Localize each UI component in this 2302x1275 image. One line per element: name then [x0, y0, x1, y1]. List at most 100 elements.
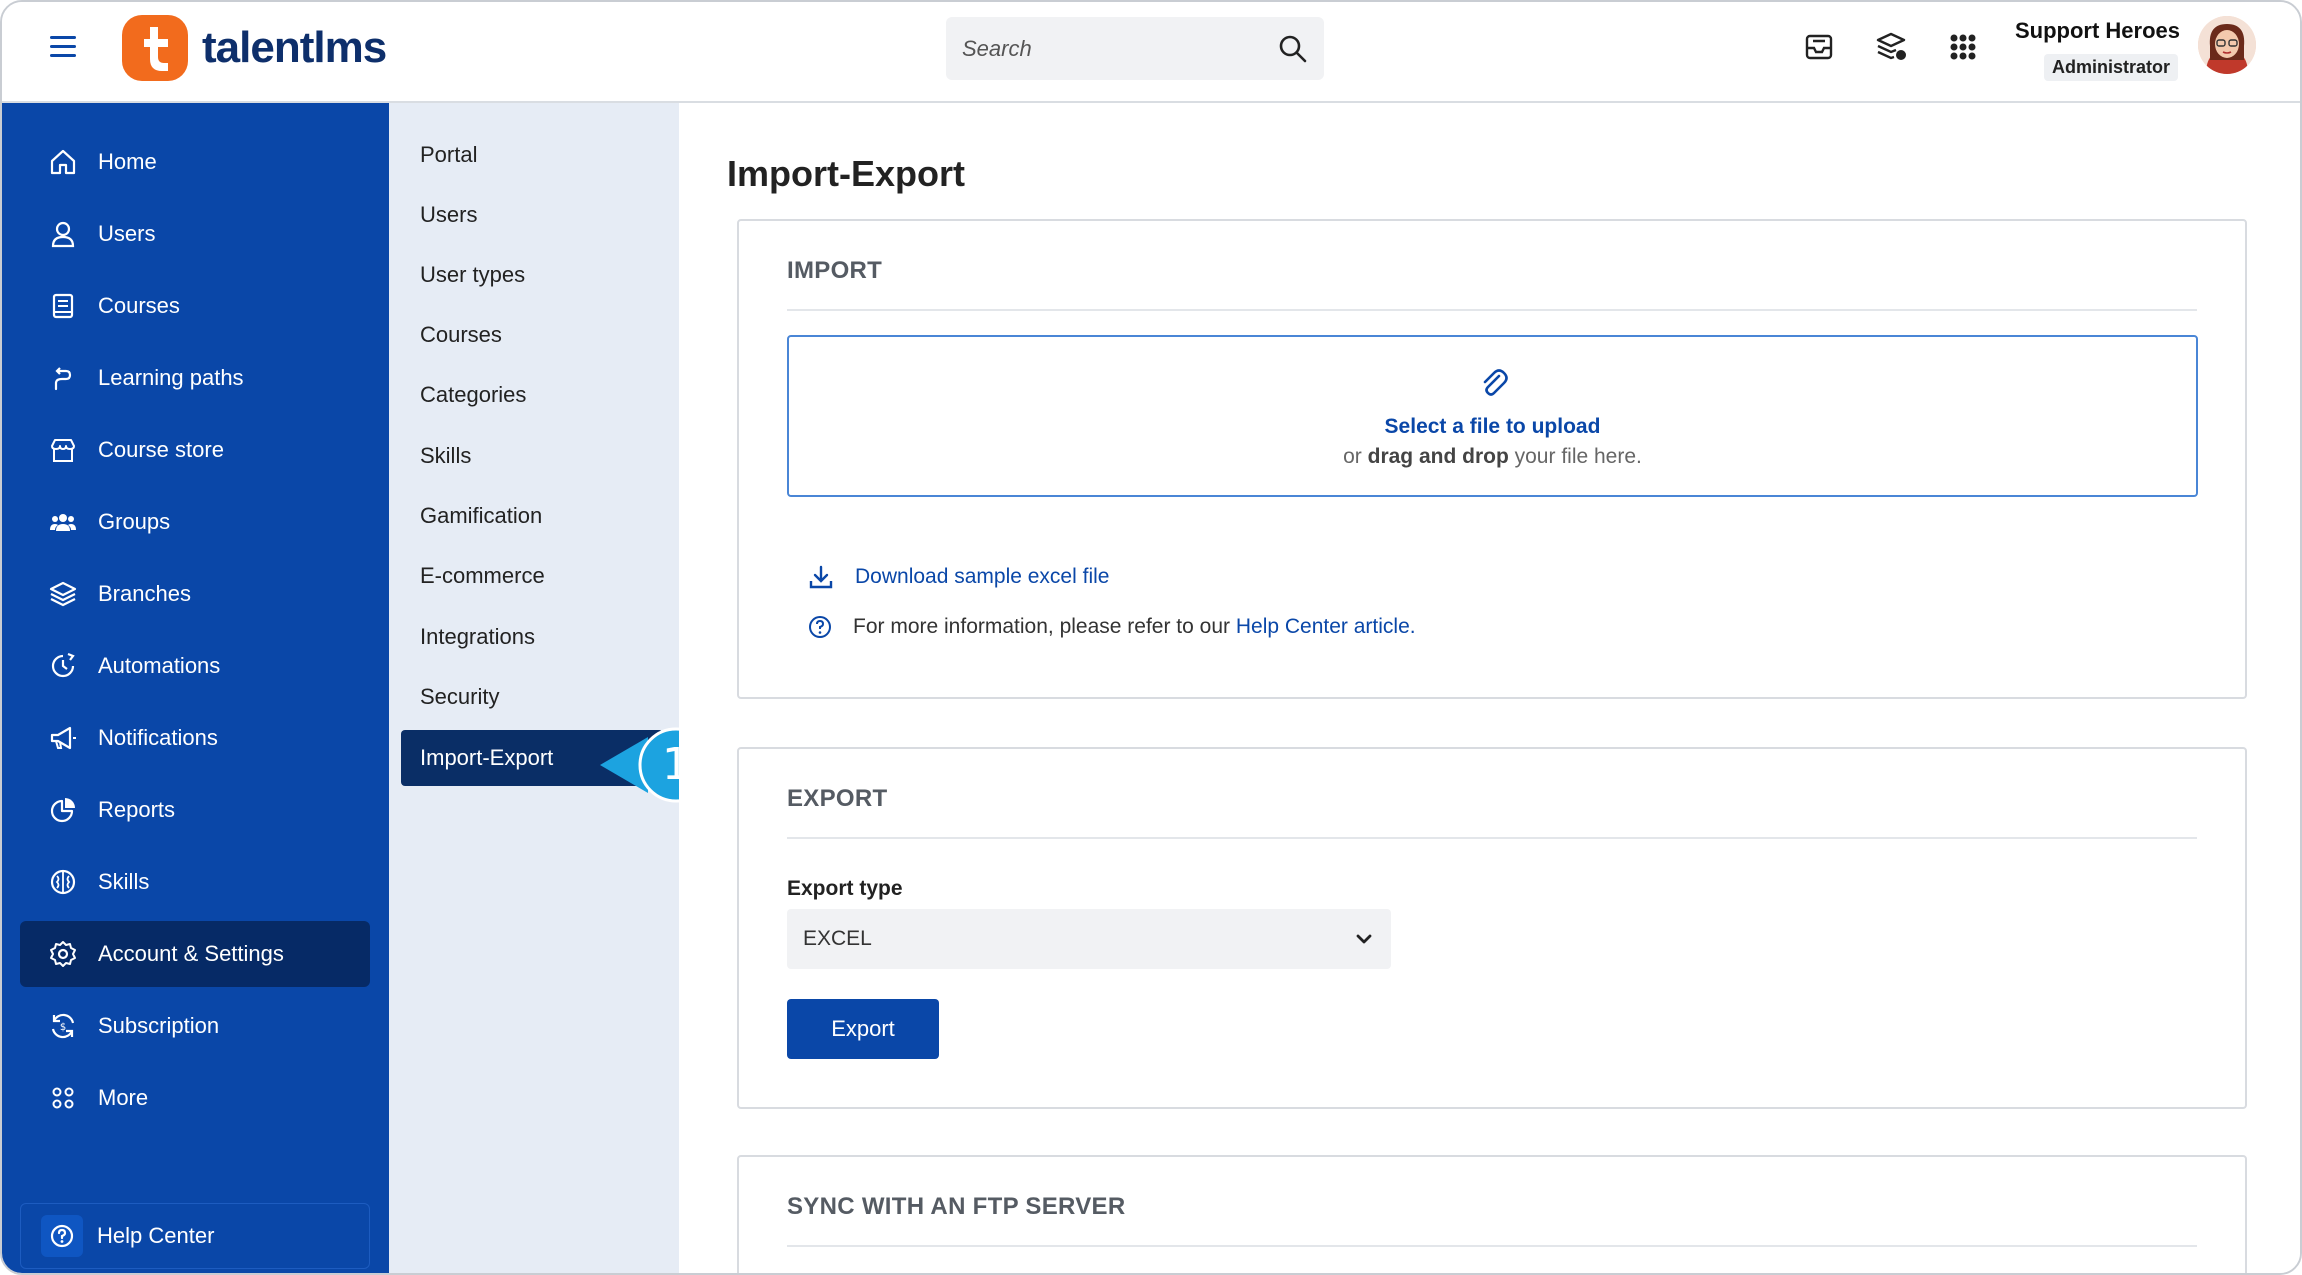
- help-icon: [41, 1215, 83, 1257]
- dots-grid-icon: [52, 1087, 74, 1109]
- user-name[interactable]: Support Heroes: [2015, 18, 2180, 44]
- sidebar-item-label: Reports: [98, 797, 176, 822]
- sidebar-item-users[interactable]: Users: [20, 201, 370, 267]
- help-center-article-link[interactable]: Help Center article: [1236, 615, 1410, 639]
- gear-icon: [50, 941, 76, 967]
- sidebar-item-label: More: [98, 1085, 149, 1110]
- subnav-item-user-types[interactable]: User types: [401, 247, 663, 303]
- sidebar-item-automations[interactable]: Automations: [20, 633, 370, 699]
- upload-hint: or drag and drop your file here.: [1343, 445, 1642, 468]
- subnav-item-skills[interactable]: Skills: [401, 428, 663, 484]
- sidebar-item-label: Home: [98, 149, 157, 174]
- sidebar-item-groups[interactable]: Groups: [20, 489, 370, 555]
- avatar[interactable]: [2198, 16, 2256, 74]
- subnav-item-courses[interactable]: Courses: [401, 307, 663, 363]
- help-circle-icon: [809, 616, 831, 638]
- import-card: IMPORT Select a file to upload or drag a…: [737, 219, 2247, 699]
- sidebar-item-reports[interactable]: Reports: [20, 777, 370, 843]
- sidebar-item-account-settings[interactable]: Account & Settings: [20, 921, 370, 987]
- user-icon: [51, 221, 75, 248]
- sidebar-item-subscription[interactable]: $ Subscription: [20, 993, 370, 1059]
- help-center-button[interactable]: Help Center: [20, 1203, 370, 1269]
- sidebar-item-label: Groups: [98, 509, 171, 534]
- file-dropzone[interactable]: Select a file to upload or drag and drop…: [787, 335, 2198, 497]
- app-window: talentlms Support Heroes Administrator: [0, 0, 2302, 1275]
- sidebar-item-label: Learning paths: [98, 365, 244, 390]
- search-icon[interactable]: [1278, 34, 1308, 64]
- svg-text:$: $: [60, 1022, 66, 1033]
- apps-grid-icon[interactable]: [1946, 30, 1980, 64]
- export-heading: EXPORT: [787, 785, 888, 812]
- sidebar-item-label: Account & Settings: [98, 941, 284, 966]
- subnav-item-integrations[interactable]: Integrations: [401, 609, 663, 665]
- search-box: [946, 17, 1324, 80]
- sidebar-item-more[interactable]: More: [20, 1065, 370, 1131]
- sidebar-item-course-store[interactable]: Course store: [20, 417, 370, 483]
- ftp-sync-card: SYNC WITH AN FTP SERVER: [737, 1155, 2247, 1273]
- automation-icon: [51, 652, 75, 678]
- settings-subnav: Portal Users User types Courses Categori…: [389, 103, 679, 1273]
- export-card: EXPORT Export type EXCEL Export: [737, 747, 2247, 1109]
- path-icon: [54, 367, 72, 391]
- export-type-value: EXCEL: [803, 927, 872, 950]
- catalog-icon[interactable]: [1874, 30, 1908, 64]
- info-row: For more information, please refer to ou…: [807, 614, 1416, 640]
- groups-icon: [50, 514, 76, 531]
- menu-toggle-icon[interactable]: [50, 36, 76, 60]
- ftp-heading: SYNC WITH AN FTP SERVER: [787, 1193, 1126, 1220]
- export-button[interactable]: Export: [787, 999, 939, 1059]
- logo[interactable]: talentlms: [122, 14, 387, 82]
- user-role-badge[interactable]: Administrator: [2043, 54, 2178, 81]
- megaphone-icon: [50, 726, 76, 750]
- upload-title[interactable]: Select a file to upload: [789, 415, 2196, 439]
- main-content: Import-Export IMPORT Select a file to up…: [679, 103, 2300, 1273]
- subnav-item-portal[interactable]: Portal: [401, 127, 663, 183]
- subnav-item-categories[interactable]: Categories: [401, 367, 663, 423]
- inbox-icon[interactable]: [1802, 30, 1836, 64]
- logo-mark-icon: [122, 15, 188, 81]
- sidebar-item-label: Automations: [98, 653, 221, 678]
- import-heading: IMPORT: [787, 257, 883, 284]
- info-period: .: [1409, 615, 1416, 638]
- pie-chart-icon: [50, 798, 75, 823]
- main-sidebar: Home Users Courses Learning paths Course…: [2, 103, 389, 1273]
- sidebar-item-label: Skills: [98, 869, 150, 894]
- sidebar-item-notifications[interactable]: Notifications: [20, 705, 370, 771]
- help-center-label: Help Center: [97, 1223, 215, 1248]
- sidebar-item-learning-paths[interactable]: Learning paths: [20, 345, 370, 411]
- info-text: For more information, please refer to ou…: [853, 615, 1236, 638]
- divider: [787, 837, 2197, 839]
- divider: [787, 1245, 2197, 1247]
- home-icon: [50, 149, 76, 175]
- brain-icon: [50, 869, 76, 895]
- sidebar-item-label: Course store: [98, 437, 224, 462]
- export-type-label: Export type: [787, 877, 903, 900]
- page-title: Import-Export: [727, 153, 965, 194]
- top-header: talentlms Support Heroes Administrator: [2, 2, 2300, 103]
- export-type-select[interactable]: EXCEL: [787, 909, 1391, 969]
- sidebar-item-label: Notifications: [98, 725, 218, 750]
- subnav-item-gamification[interactable]: Gamification: [401, 488, 663, 544]
- sidebar-item-home[interactable]: Home: [20, 129, 370, 195]
- logo-text: talentlms: [202, 23, 387, 72]
- download-sample-row[interactable]: Download sample excel file: [807, 563, 1109, 591]
- sidebar-item-label: Branches: [98, 581, 191, 606]
- download-icon: [809, 565, 833, 589]
- subnav-item-ecommerce[interactable]: E-commerce: [401, 548, 663, 604]
- chevron-down-icon: [1356, 934, 1372, 944]
- sidebar-item-skills[interactable]: Skills: [20, 849, 370, 915]
- sidebar-item-label: Courses: [98, 293, 180, 318]
- subscription-icon: $: [51, 1013, 75, 1039]
- sidebar-item-label: Subscription: [98, 1013, 220, 1038]
- subnav-item-security[interactable]: Security: [401, 669, 663, 725]
- layers-icon: [49, 581, 77, 607]
- download-sample-link[interactable]: Download sample excel file: [855, 565, 1109, 589]
- subnav-item-users[interactable]: Users: [401, 187, 663, 243]
- book-icon: [52, 293, 74, 319]
- sidebar-item-label: Users: [98, 221, 156, 246]
- paperclip-icon: [1483, 369, 1508, 396]
- search-input[interactable]: [962, 35, 1278, 62]
- divider: [787, 309, 2197, 311]
- sidebar-item-courses[interactable]: Courses: [20, 273, 370, 339]
- sidebar-item-branches[interactable]: Branches: [20, 561, 370, 627]
